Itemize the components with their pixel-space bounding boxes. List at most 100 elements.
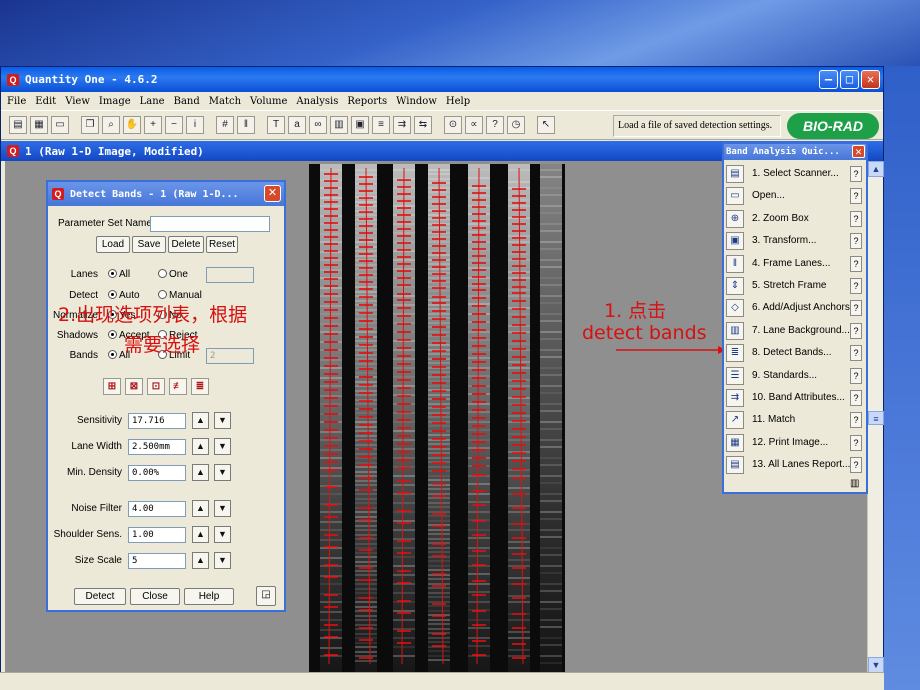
app-title-bar[interactable]: Q Quantity One - 4.6.2 – □ ✕ [1,67,883,92]
help-icon[interactable]: ? [850,412,862,429]
quick-guide-item[interactable]: ‖ 4. Frame Lanes...? [726,254,864,274]
lane-spread-icon[interactable]: ⊠ [125,378,143,395]
menu-lane[interactable]: Lane [140,96,165,107]
quick-guide-item[interactable]: ▣ 3. Transform...? [726,231,864,251]
transform-icon[interactable]: ▣ [726,232,744,251]
lanes-one-radio[interactable]: One [158,269,188,280]
help-icon[interactable]: ? [850,345,862,362]
quick-guide-item[interactable]: ⇕ 5. Stretch Frame? [726,276,864,296]
quick-guide-item[interactable]: ▥ 7. Lane Background...? [726,321,864,341]
lane-number-input[interactable] [206,267,254,283]
panel-resize-icon[interactable]: ▥ [850,478,862,490]
quick-guide-close-button[interactable]: ✕ [852,145,865,158]
save-button[interactable]: Save [132,236,166,253]
lane-width-input[interactable]: 2.500mm [128,439,186,455]
maximize-button[interactable]: □ [840,70,859,89]
quick-guide-item[interactable]: ⊕ 2. Zoom Box? [726,209,864,229]
info-icon[interactable]: i [186,116,204,134]
anchors-icon[interactable]: ◇ [726,299,744,318]
dialog-close-button[interactable]: ✕ [264,185,281,202]
min-density-up-icon[interactable]: ▲ [192,464,209,481]
menu-help[interactable]: Help [446,96,470,107]
min-density-input[interactable]: 0.00% [128,465,186,481]
menu-view[interactable]: View [65,96,90,107]
menu-image[interactable]: Image [99,96,131,107]
noise-filter-down-icon[interactable]: ▼ [214,500,231,517]
lane-background-icon[interactable]: ▥ [726,321,744,340]
bands-limit-input[interactable]: 2 [206,348,254,364]
detect-bands-dialog-title[interactable]: Q Detect Bands - 1 (Raw 1-D... [48,182,284,206]
chain-icon[interactable]: ∝ [465,116,483,134]
reset-button[interactable]: Reset [206,236,238,253]
shoulder-sens-up-icon[interactable]: ▲ [192,526,209,543]
help-icon[interactable]: ? [850,390,862,406]
help-icon[interactable]: ? [850,278,862,294]
menu-edit[interactable]: Edit [35,96,56,107]
load-button[interactable]: Load [96,236,130,253]
quick-guide-item[interactable]: ▦ 12. Print Image...? [726,433,864,453]
lane-width-down-icon[interactable]: ▼ [214,438,231,455]
quick-guide-item[interactable]: ≣ 8. Detect Bands...? [726,343,864,363]
menu-match[interactable]: Match [209,96,241,107]
scroll-up-icon[interactable]: ▲ [868,161,884,177]
lane-width-up-icon[interactable]: ▲ [192,438,209,455]
help-icon[interactable]: ? [850,233,862,250]
help-icon[interactable]: ? [850,457,862,474]
delete-button[interactable]: Delete [168,236,204,253]
help-icon[interactable]: ? [850,188,862,205]
scanner-icon[interactable]: ▤ [726,165,744,183]
lanes-icon[interactable]: ‖ [237,116,255,134]
quick-guide-item[interactable]: ▤ 13. All Lanes Report...? [726,455,864,475]
help-icon[interactable]: ? [850,300,862,317]
resize-icon[interactable]: ◲ [256,586,276,606]
printer-icon[interactable]: ▭ [51,116,69,134]
scroll-thumb[interactable]: ≡ [868,411,884,425]
quick-guide-item[interactable]: ⇉ 10. Band Attributes...? [726,388,864,408]
cursor-icon[interactable]: ↖ [537,116,555,134]
magnify-icon[interactable]: ⌕ [102,116,120,134]
link-icon[interactable]: ∞ [309,116,327,134]
band-remove-icon[interactable]: ≣ [191,378,209,395]
detect-button[interactable]: Detect [74,588,126,605]
report-icon[interactable]: ▤ [726,456,744,475]
bands-icon[interactable]: ≡ [372,116,390,134]
open-folder-icon[interactable]: ▭ [726,187,744,206]
help-icon[interactable]: ? [850,210,862,227]
close-dialog-button[interactable]: Close [130,588,180,605]
sensitivity-down-icon[interactable]: ▼ [214,412,231,429]
lane-center-icon[interactable]: ⊡ [147,378,165,395]
hand-icon[interactable]: ✋ [123,116,141,134]
sensitivity-up-icon[interactable]: ▲ [192,412,209,429]
size-scale-input[interactable]: 5 [128,553,186,569]
quick-guide-item[interactable]: ☰ 9. Standards...? [726,366,864,386]
close-button[interactable]: ✕ [861,70,880,89]
zoom-icon[interactable]: ⊕ [726,209,744,228]
menu-volume[interactable]: Volume [250,96,287,107]
band-add-icon[interactable]: ≢ [169,378,187,395]
noise-filter-up-icon[interactable]: ▲ [192,500,209,517]
menu-band[interactable]: Band [174,96,200,107]
stretch-frame-icon[interactable]: ⇕ [726,277,744,295]
size-scale-down-icon[interactable]: ▼ [214,552,231,569]
help-icon[interactable]: ? [850,322,862,339]
frame-lanes-icon[interactable]: ‖ [726,254,744,273]
quick-guide-item[interactable]: ▤ 1. Select Scanner...? [726,164,864,184]
lanes-all-radio[interactable]: All [108,269,130,280]
compare-icon[interactable]: ⇆ [414,116,432,134]
param-set-name-input[interactable] [150,216,270,232]
help-icon[interactable]: ? [850,367,862,384]
match-icon[interactable]: ↗ [726,411,744,430]
scanner-icon[interactable]: ▦ [30,116,48,134]
help-icon[interactable]: ? [850,255,862,272]
menu-window[interactable]: Window [396,96,437,107]
open-icon[interactable]: ▤ [9,116,27,134]
quick-guide-item[interactable]: ◇ 6. Add/Adjust Anchors? [726,298,864,318]
bottom-scrollbar[interactable] [0,672,884,690]
quick-guide-title[interactable]: Band Analysis Quic... [724,144,866,160]
gel-image[interactable] [309,164,565,672]
band-attributes-icon[interactable]: ⇉ [726,389,744,407]
timer-icon[interactable]: ◷ [507,116,525,134]
quick-guide-item[interactable]: ↗ 11. Match? [726,410,864,430]
measure-icon[interactable]: ▥ [330,116,348,134]
quick-guide-item[interactable]: ▭ Open...? [726,186,864,206]
